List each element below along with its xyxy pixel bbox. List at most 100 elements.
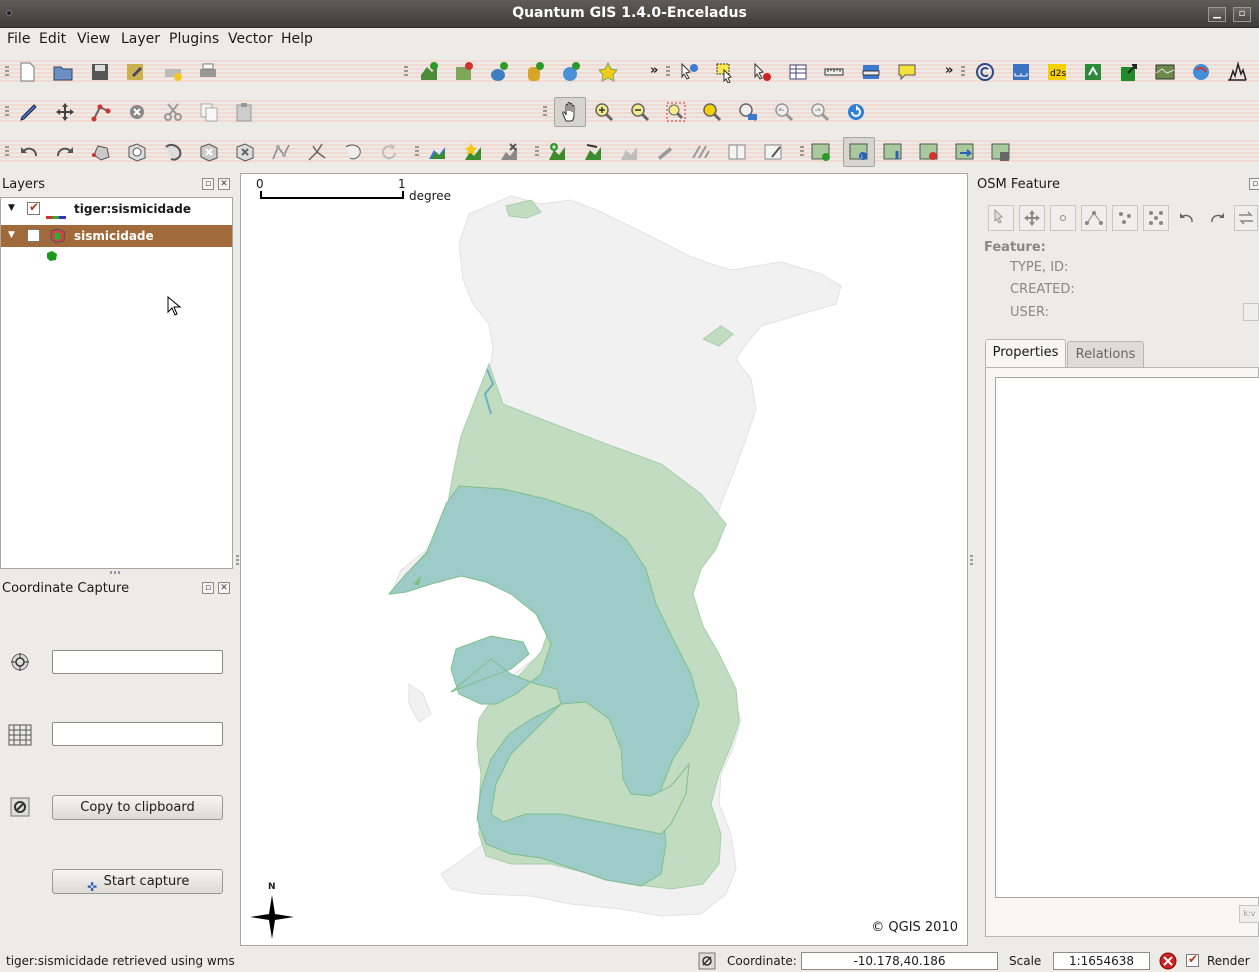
splitter-handle[interactable]: [110, 571, 122, 574]
coordinate-field[interactable]: -10.178,40.186: [801, 952, 998, 970]
crs-icon[interactable]: [10, 797, 30, 817]
scale-field[interactable]: 1:1654638: [1053, 952, 1150, 970]
measure-area-icon[interactable]: [858, 59, 884, 85]
move-feature-icon[interactable]: [52, 99, 78, 125]
coordinate-close-button[interactable]: ✕: [218, 582, 230, 594]
identify-features-icon[interactable]: [676, 59, 702, 85]
zoom-to-selection-icon[interactable]: [699, 99, 725, 125]
menu-vector[interactable]: Vector: [228, 31, 273, 47]
osm-history-icon[interactable]: [1243, 303, 1259, 321]
split-features-icon[interactable]: [304, 139, 330, 165]
add-spatialite-layer-icon[interactable]: [522, 59, 548, 85]
layers-float-button[interactable]: ▫: [202, 178, 214, 190]
toolbar-overflow-icon[interactable]: »: [945, 63, 953, 78]
splitter-handle[interactable]: [236, 555, 239, 567]
zoom-next-icon[interactable]: [807, 99, 833, 125]
start-capture-button[interactable]: ✜ Start capture: [52, 869, 223, 894]
add-tag-button[interactable]: k:v: [1239, 905, 1259, 923]
osm-save-icon[interactable]: [988, 139, 1014, 165]
zoom-to-layer-icon[interactable]: [735, 99, 761, 125]
osm-load-icon[interactable]: [808, 139, 834, 165]
add-wms-layer-icon[interactable]: [558, 59, 584, 85]
grass-tools-icon[interactable]: [1188, 59, 1214, 85]
delete-part-icon[interactable]: [232, 139, 258, 165]
layer-row-tiger-sismicidade[interactable]: ▼ tiger:sismicidade: [1, 198, 232, 220]
pan-map-icon[interactable]: [554, 97, 586, 127]
cut-features-icon[interactable]: [160, 99, 186, 125]
undo-icon[interactable]: [16, 139, 42, 165]
toolbar-overflow-icon[interactable]: »: [650, 63, 658, 78]
map-canvas[interactable]: 0 1 degree N © QGIS 2010: [240, 173, 968, 946]
print-icon[interactable]: [195, 59, 221, 85]
copyright-label-icon[interactable]: [972, 59, 998, 85]
crs-status-icon[interactable]: [698, 952, 716, 970]
open-project-icon[interactable]: [50, 59, 76, 85]
map-coordinate-input[interactable]: [52, 650, 223, 674]
layer-visibility-checkbox[interactable]: [27, 200, 40, 215]
osm-move-tool-icon[interactable]: [1019, 205, 1045, 231]
merge-features-icon[interactable]: [340, 139, 366, 165]
capture-line-icon[interactable]: [460, 139, 486, 165]
toolbar-handle[interactable]: [415, 146, 419, 158]
stop-render-icon[interactable]: [1159, 952, 1177, 970]
tab-properties[interactable]: Properties: [985, 339, 1066, 367]
toolbar-handle[interactable]: [535, 146, 539, 158]
osm-upload-icon[interactable]: [916, 139, 942, 165]
toolbar-handle[interactable]: [666, 66, 670, 78]
layer-row-sismicidade[interactable]: ▼ sismicidade: [1, 225, 232, 247]
refresh-icon[interactable]: [843, 99, 869, 125]
layer-visibility-checkbox[interactable]: [27, 229, 40, 242]
attribute-table-icon[interactable]: [785, 59, 811, 85]
toolbar-handle[interactable]: [543, 106, 547, 118]
osm-create-line-icon[interactable]: [580, 139, 606, 165]
splitter-handle[interactable]: [970, 555, 973, 567]
print-composer-icon[interactable]: [160, 59, 186, 85]
d2s-icon[interactable]: d2s: [1044, 59, 1070, 85]
osm-table-icon[interactable]: [724, 139, 750, 165]
osm-download-icon[interactable]: [1116, 59, 1142, 85]
layers-tree[interactable]: ▼ tiger:sismicidade ▼ sismicidade: [0, 197, 233, 569]
delete-ring-icon[interactable]: [196, 139, 222, 165]
zoom-in-icon[interactable]: [591, 99, 617, 125]
menu-help[interactable]: Help: [281, 31, 313, 47]
osm-polygon-nodes-icon[interactable]: [1143, 205, 1169, 231]
zoom-out-icon[interactable]: [627, 99, 653, 125]
osm-points-icon[interactable]: [1112, 205, 1138, 231]
menu-view[interactable]: View: [77, 31, 110, 47]
histogram-icon[interactable]: [1224, 59, 1250, 85]
osm-split-icon[interactable]: [688, 139, 714, 165]
copy-to-clipboard-button[interactable]: Copy to clipboard: [52, 795, 223, 820]
osm-line-nodes-icon[interactable]: [1081, 205, 1107, 231]
toggle-editing-icon[interactable]: [16, 99, 42, 125]
coordinate-float-button[interactable]: ▫: [202, 582, 214, 594]
expand-arrow-icon[interactable]: ▼: [8, 230, 15, 240]
osm-undo-icon[interactable]: [1174, 205, 1200, 231]
deselect-features-icon[interactable]: [749, 59, 775, 85]
add-part-icon[interactable]: [160, 139, 186, 165]
add-postgis-layer-icon[interactable]: [486, 59, 512, 85]
copy-features-icon[interactable]: [196, 99, 222, 125]
delete-selected-icon[interactable]: [124, 99, 150, 125]
toolbar-handle[interactable]: [5, 66, 9, 78]
osm-create-point-icon[interactable]: [544, 139, 570, 165]
new-project-icon[interactable]: [14, 59, 40, 85]
osm-move-icon[interactable]: [652, 139, 678, 165]
map-tips-icon[interactable]: [894, 59, 920, 85]
toolbar-handle[interactable]: [5, 106, 9, 118]
reshape-features-icon[interactable]: [268, 139, 294, 165]
osm-import-icon[interactable]: [952, 139, 978, 165]
menu-plugins[interactable]: Plugins: [169, 31, 219, 47]
seismic-map[interactable]: [241, 174, 968, 946]
paste-features-icon[interactable]: [231, 99, 257, 125]
new-shapefile-icon[interactable]: [595, 59, 621, 85]
capture-polygon-icon[interactable]: [496, 139, 522, 165]
osm-download-data-icon[interactable]: [880, 139, 906, 165]
toolbar-handle[interactable]: [404, 66, 408, 78]
osm-identify-icon[interactable]: i: [843, 137, 875, 167]
render-checkbox[interactable]: ✔: [1186, 952, 1199, 967]
save-as-icon[interactable]: [122, 59, 148, 85]
redo-icon[interactable]: [52, 139, 78, 165]
osm-node-icon[interactable]: [1050, 205, 1076, 231]
user-crs-coordinate-input[interactable]: [52, 722, 223, 746]
osm-redo-icon[interactable]: [1204, 205, 1230, 231]
